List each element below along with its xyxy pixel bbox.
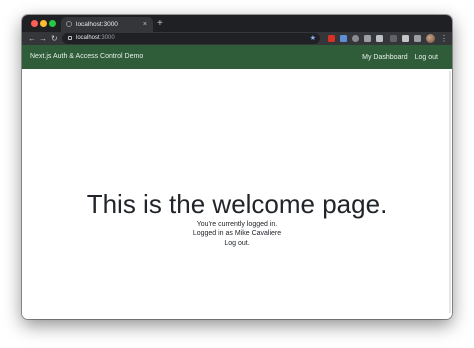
browser-toolbar: ← → ↻ localhost:3000 ★ ⋮ <box>22 32 452 45</box>
back-icon[interactable]: ← <box>28 32 36 45</box>
extension-drop-icon[interactable] <box>352 35 359 42</box>
reading-list-icon[interactable] <box>414 35 421 42</box>
user-info-text: Logged in as Mike Cavaliere <box>192 230 282 237</box>
profile-avatar[interactable] <box>426 34 435 43</box>
nav-dashboard-link[interactable]: My Dashboard <box>362 54 408 61</box>
tab-title: localhost:3000 <box>76 21 118 28</box>
globe-icon <box>66 21 72 27</box>
window-maximize-icon[interactable] <box>49 20 56 27</box>
new-tab-icon[interactable]: + <box>157 17 163 30</box>
nav-links: My Dashboard Log out <box>362 45 438 69</box>
window-minimize-icon[interactable] <box>40 20 47 27</box>
page-title: This is the welcome page. <box>86 189 388 219</box>
address-bar[interactable]: localhost:3000 ★ <box>62 33 320 44</box>
lock-icon[interactable] <box>68 36 72 40</box>
nav-logout-link[interactable]: Log out <box>415 54 438 61</box>
page-content: This is the welcome page. You're current… <box>22 69 452 319</box>
extension-square-icon[interactable] <box>376 35 383 42</box>
extension-red-icon[interactable] <box>328 35 335 42</box>
browser-window: localhost:3000 × + ← → ↻ localhost:3000 … <box>22 15 452 319</box>
browser-menu-icon[interactable]: ⋮ <box>440 32 448 45</box>
url-host: localhost <box>76 35 100 41</box>
extensions-puzzle-icon[interactable] <box>402 35 409 42</box>
window-close-icon[interactable] <box>31 20 38 27</box>
url-text: localhost:3000 <box>76 33 115 44</box>
extension-shield-icon[interactable] <box>340 35 347 42</box>
extension-dots-icon[interactable] <box>390 35 397 42</box>
forward-icon[interactable]: → <box>39 32 47 45</box>
logout-link[interactable]: Log out. <box>22 239 452 248</box>
brand-link[interactable]: Next.js Auth & Access Control Demo <box>30 45 143 69</box>
browser-tab[interactable]: localhost:3000 × <box>61 17 153 32</box>
page-scrollbar[interactable] <box>449 71 451 313</box>
app-navbar: Next.js Auth & Access Control Demo My Da… <box>22 45 452 69</box>
reload-icon[interactable]: ↻ <box>51 32 58 45</box>
tab-close-icon[interactable]: × <box>143 19 147 30</box>
login-status-text: You're currently logged in. <box>196 221 278 228</box>
tab-bar: localhost:3000 × + <box>22 15 452 32</box>
extension-grid-icon[interactable] <box>364 35 371 42</box>
url-port: :3000 <box>99 35 115 41</box>
bookmark-star-icon[interactable]: ★ <box>310 33 316 44</box>
